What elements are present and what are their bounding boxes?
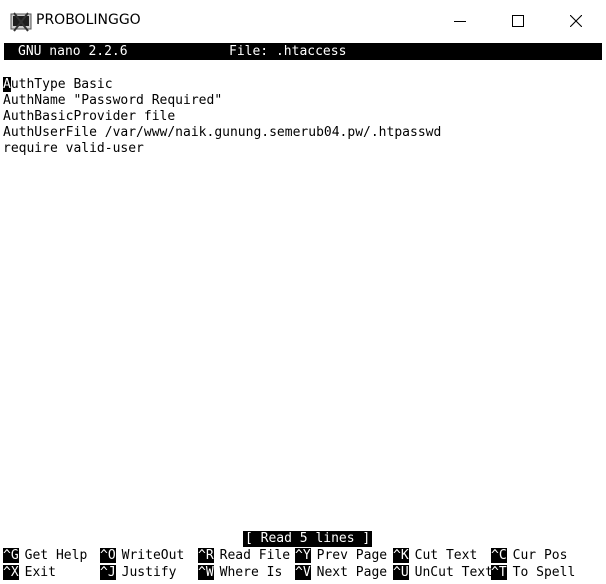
shortcut-key: ^K: [393, 548, 409, 563]
shortcut-read-file: ^R Read File: [198, 548, 290, 564]
shortcut-key: ^R: [198, 548, 214, 563]
shortcut-exit: ^X Exit: [3, 565, 56, 581]
editor-line[interactable]: AuthName "Password Required": [3, 93, 441, 109]
shortcut-justify: ^J Justify: [100, 565, 176, 581]
shortcut-label: Next Page: [316, 565, 388, 580]
shortcut-writeout: ^O WriteOut: [100, 548, 184, 564]
shortcut-label: Cut Text: [414, 548, 478, 563]
nano-header-bar: GNU nano 2.2.6 File: .htaccess: [4, 43, 602, 60]
shortcut-cur-pos: ^C Cur Pos: [491, 548, 567, 564]
shortcut-label: Where Is: [219, 565, 283, 580]
text-cursor: A: [3, 77, 11, 92]
shortcut-key: ^W: [198, 565, 214, 580]
minimize-icon: [454, 21, 466, 22]
maximize-icon: [512, 15, 524, 27]
shortcut-get-help: ^G Get Help: [3, 548, 87, 564]
shortcut-key: ^O: [100, 548, 116, 563]
shortcut-label: Get Help: [24, 548, 88, 563]
shortcut-label: Justify: [121, 565, 177, 580]
shortcut-label: UnCut Text: [414, 565, 493, 580]
shortcut-label: Prev Page: [316, 548, 388, 563]
title-bar[interactable]: PROBOLINGGO: [0, 0, 606, 44]
editor-buffer[interactable]: AuthType Basic AuthName "Password Requir…: [3, 77, 441, 157]
shortcut-key: ^Y: [295, 548, 311, 563]
shortcut-label: Cur Pos: [512, 548, 568, 563]
editor-line[interactable]: AuthBasicProvider file: [3, 109, 441, 125]
terminal-area[interactable]: GNU nano 2.2.6 File: .htaccess AuthType …: [0, 43, 606, 584]
close-icon: [570, 15, 582, 27]
editor-line[interactable]: AuthType Basic: [3, 77, 441, 93]
window-title: PROBOLINGGO: [36, 12, 141, 28]
shortcut-cut-text: ^K Cut Text: [393, 548, 477, 564]
shortcut-bar: ^G Get Help ^O WriteOut ^R Read File ^Y Prev…: [3, 548, 603, 582]
nano-version: GNU nano 2.2.6: [18, 44, 128, 59]
shortcut-label: WriteOut: [121, 548, 185, 563]
shortcut-key: ^C: [491, 548, 507, 563]
editor-line[interactable]: require valid-user: [3, 141, 441, 157]
shortcut-key: ^J: [100, 565, 116, 580]
shortcut-next-page: ^V Next Page: [295, 565, 387, 581]
shortcut-key: ^U: [393, 565, 409, 580]
file-name-label: File: .htaccess: [229, 44, 347, 59]
putty-icon[interactable]: [10, 11, 32, 33]
shortcut-label: Exit: [24, 565, 56, 580]
shortcut-key: ^G: [3, 548, 19, 563]
shortcut-prev-page: ^Y Prev Page: [295, 548, 387, 564]
shortcut-label: Read File: [219, 548, 291, 563]
close-button[interactable]: [547, 0, 605, 43]
status-message: [ Read 5 lines ]: [243, 531, 373, 547]
minimize-button[interactable]: [431, 0, 489, 43]
shortcut-uncut-text: ^U UnCut Text: [393, 565, 493, 581]
shortcut-where-is: ^W Where Is: [198, 565, 282, 581]
shortcut-key: ^V: [295, 565, 311, 580]
shortcut-key: ^T: [491, 565, 507, 580]
shortcut-to-spell: ^T To Spell: [491, 565, 575, 581]
editor-line-text: uthType Basic: [10, 77, 113, 92]
shortcut-key: ^X: [3, 565, 19, 580]
editor-line[interactable]: AuthUserFile /var/www/naik.gunung.semeru…: [3, 125, 441, 141]
maximize-button[interactable]: [489, 0, 547, 43]
shortcut-label: To Spell: [512, 565, 576, 580]
